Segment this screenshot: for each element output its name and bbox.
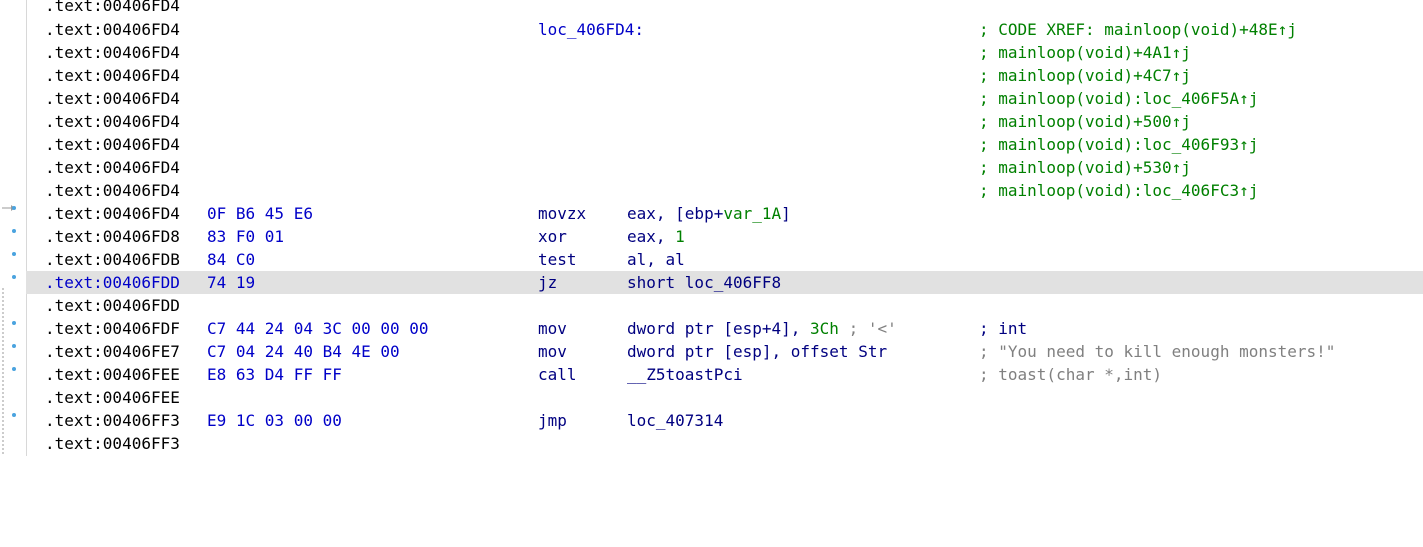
address[interactable]: .text:00406FDF: [45, 317, 180, 340]
opcode-bytes: C7 44 24 04 3C 00 00 00: [207, 319, 429, 338]
opcode-bytes: C7 04 24 40 B4 4E 00: [207, 342, 400, 361]
gutter-marker-icon: [12, 367, 16, 371]
listing-row[interactable]: .text:00406FD4 ; mainloop(void):loc_406F…: [26, 179, 1423, 202]
address[interactable]: .text:00406FD4: [45, 179, 180, 202]
listing-row[interactable]: .text:00406FEE: [26, 386, 1423, 409]
address[interactable]: .text:00406FDD: [45, 271, 180, 294]
operand-text[interactable]: dword ptr [esp+4],: [627, 319, 810, 338]
mnemonic[interactable]: movzx: [538, 202, 586, 225]
address[interactable]: .text:00406FF3: [45, 409, 180, 432]
address[interactable]: .text:00406FD4: [45, 0, 180, 17]
address[interactable]: .text:00406FD4: [45, 202, 180, 225]
opcode-bytes: E9 1C 03 00 00: [207, 411, 342, 430]
listing-row[interactable]: .text:00406FF3: [26, 432, 1423, 455]
code-label[interactable]: loc_406FD4:: [538, 18, 644, 41]
listing-row[interactable]: .text:00406FDD: [26, 294, 1423, 317]
flow-arrow-icon: [2, 205, 15, 456]
listing-row[interactable]: .text:00406FDB 84 C0 test al, al: [26, 248, 1423, 271]
listing-row[interactable]: .text:00406FD4 ; mainloop(void)+4C7↑j: [26, 64, 1423, 87]
mnemonic[interactable]: mov: [538, 340, 567, 363]
listing-row[interactable]: .text:00406FE7 C7 04 24 40 B4 4E 00 mov …: [26, 340, 1423, 363]
address[interactable]: .text:00406FDB: [45, 248, 180, 271]
mnemonic[interactable]: jz: [538, 271, 557, 294]
gutter-marker-icon: [12, 413, 16, 417]
operands[interactable]: al, al: [627, 248, 685, 271]
listing-row[interactable]: .text:00406FD8 83 F0 01 xor eax, 1: [26, 225, 1423, 248]
operands[interactable]: short loc_406FF8: [627, 271, 781, 294]
listing-row[interactable]: .text:00406FD4: [26, 0, 1423, 17]
address[interactable]: .text:00406FF3: [45, 432, 180, 455]
operand-text: ]: [781, 204, 791, 223]
address[interactable]: .text:00406FD4: [45, 110, 180, 133]
xref-comment[interactable]: ; mainloop(void):loc_406F93↑j: [979, 133, 1258, 156]
listing-row[interactable]: .text:00406FF3 E9 1C 03 00 00 jmp loc_40…: [26, 409, 1423, 432]
mnemonic[interactable]: jmp: [538, 409, 567, 432]
operand-immediate[interactable]: 1: [675, 227, 685, 246]
xref-comment[interactable]: ; mainloop(void)+4C7↑j: [979, 64, 1191, 87]
listing-row[interactable]: .text:00406FD4 ; mainloop(void):loc_406F…: [26, 87, 1423, 110]
opcode-bytes: 0F B6 45 E6: [207, 204, 313, 223]
address[interactable]: .text:00406FD4: [45, 18, 180, 41]
gutter-marker-icon: [12, 252, 16, 256]
address[interactable]: .text:00406FEE: [45, 363, 180, 386]
operands[interactable]: dword ptr [esp], offset Str: [627, 340, 887, 363]
gutter-marker-icon: [12, 275, 16, 279]
address[interactable]: .text:00406FDD: [45, 294, 180, 317]
address[interactable]: .text:00406FD4: [45, 41, 180, 64]
type-comment[interactable]: ; int: [979, 317, 1027, 340]
xref-comment[interactable]: ; mainloop(void)+500↑j: [979, 110, 1191, 133]
mnemonic[interactable]: xor: [538, 225, 567, 248]
operand-char-comment: ; '<': [838, 319, 897, 338]
xref-comment[interactable]: ; mainloop(void):loc_406FC3↑j: [979, 179, 1258, 202]
string-comment: ; "You need to kill enough monsters!": [979, 342, 1336, 361]
opcode-bytes: 74 19: [207, 273, 256, 292]
address[interactable]: .text:00406FD4: [45, 156, 180, 179]
listing-row[interactable]: .text:00406FD4 ; mainloop(void)+4A1↑j: [26, 41, 1423, 64]
mnemonic[interactable]: test: [538, 248, 577, 271]
operands[interactable]: dword ptr [esp+4], 3Ch ; '<': [627, 317, 897, 340]
opcode-bytes: E8 63 D4 FF FF: [207, 365, 342, 384]
operand-text[interactable]: eax, [ebp+: [627, 204, 723, 223]
operands[interactable]: eax, [ebp+var_1A]: [627, 202, 791, 225]
opcode-bytes: 83 F0 01: [207, 227, 285, 246]
gutter-marker-icon: [12, 229, 16, 233]
xref-comment[interactable]: ; CODE XREF: mainloop(void)+48E↑j: [979, 18, 1297, 41]
opcode-bytes: 84 C0: [207, 250, 256, 269]
operand-text[interactable]: eax,: [627, 227, 675, 246]
listing-row[interactable]: .text:00406FD4 ; mainloop(void)+500↑j: [26, 110, 1423, 133]
listing-row[interactable]: .text:00406FD4 ; mainloop(void)+530↑j: [26, 156, 1423, 179]
disassembly-listing[interactable]: .text:00406FD4 .text:00406FD4 loc_406FD4…: [26, 0, 1423, 456]
listing-row[interactable]: .text:00406FDF C7 44 24 04 3C 00 00 00 m…: [26, 317, 1423, 340]
mnemonic[interactable]: mov: [538, 317, 567, 340]
gutter-marker-icon: [12, 206, 16, 210]
address[interactable]: .text:00406FD4: [45, 133, 180, 156]
address[interactable]: .text:00406FD4: [45, 64, 180, 87]
jump-target[interactable]: loc_407314: [627, 409, 723, 432]
address[interactable]: .text:00406FD4: [45, 87, 180, 110]
listing-row[interactable]: .text:00406FD4 ; mainloop(void):loc_406F…: [26, 133, 1423, 156]
address[interactable]: .text:00406FEE: [45, 386, 180, 409]
listing-row[interactable]: .text:00406FD4 loc_406FD4: ; CODE XREF: …: [26, 18, 1423, 41]
listing-row[interactable]: .text:00406FD4 0F B6 45 E6 movzx eax, [e…: [26, 202, 1423, 225]
call-target[interactable]: __Z5toastPci: [627, 363, 743, 386]
flow-arrows-gutter: [0, 0, 27, 456]
address[interactable]: .text:00406FE7: [45, 340, 180, 363]
gutter-marker-icon: [12, 344, 16, 348]
xref-comment[interactable]: ; mainloop(void)+4A1↑j: [979, 41, 1191, 64]
xref-comment[interactable]: ; mainloop(void)+530↑j: [979, 156, 1191, 179]
operand-variable[interactable]: var_1A: [723, 204, 781, 223]
operands[interactable]: eax, 1: [627, 225, 685, 248]
listing-row[interactable]: .text:00406FEE E8 63 D4 FF FF call __Z5t…: [26, 363, 1423, 386]
operand-immediate[interactable]: 3Ch: [810, 319, 839, 338]
address[interactable]: .text:00406FD8: [45, 225, 180, 248]
function-signature-comment: ; toast(char *,int): [979, 365, 1163, 384]
gutter-marker-icon: [12, 321, 16, 325]
xref-comment[interactable]: ; mainloop(void):loc_406F5A↑j: [979, 87, 1258, 110]
mnemonic[interactable]: call: [538, 363, 577, 386]
listing-row-selected[interactable]: .text:00406FDD 74 19 jz short loc_406FF8: [26, 271, 1423, 294]
